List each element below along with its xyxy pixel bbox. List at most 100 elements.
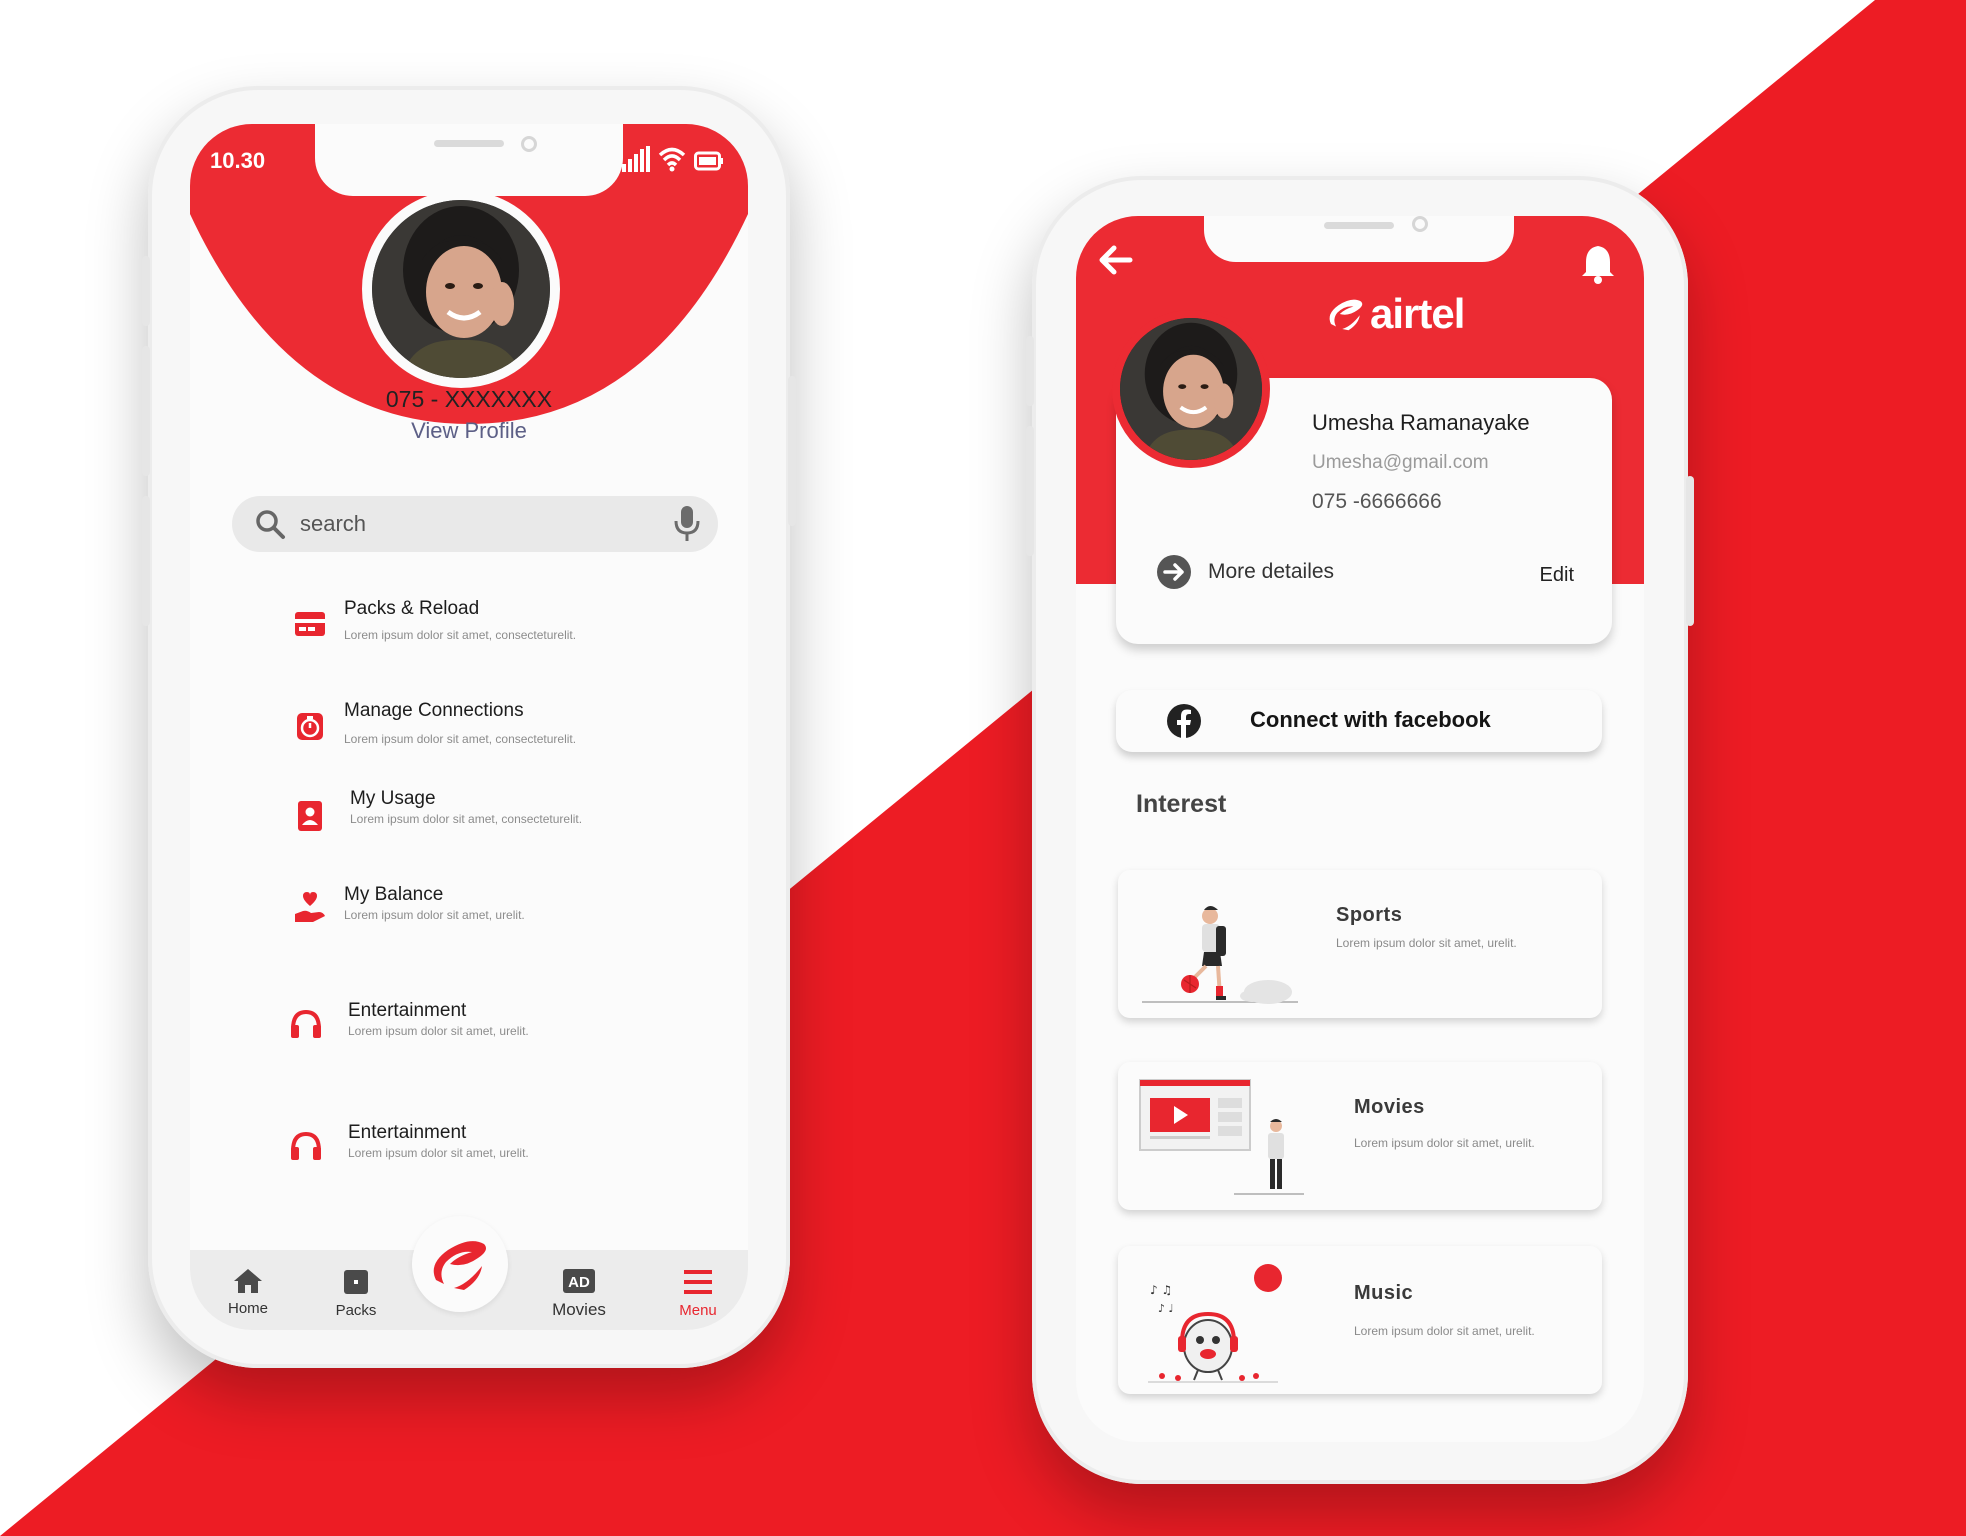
notch <box>1204 216 1514 262</box>
side-button <box>142 256 150 326</box>
left-screen: 10.30 075 - XXXXXXX View Profile search … <box>190 124 748 1330</box>
menu-description: Lorem ipsum dolor sit amet, consecteture… <box>350 812 583 826</box>
menu-description: Lorem ipsum dolor sit amet, consecteture… <box>344 628 577 642</box>
nav-menu[interactable]: Menu <box>668 1268 728 1319</box>
headphones-icon <box>286 1126 326 1166</box>
left-phone-frame: 10.30 075 - XXXXXXX View Profile search … <box>142 86 796 1368</box>
headphones-icon <box>286 1004 326 1044</box>
status-time: 10.30 <box>210 148 266 173</box>
microphone-icon[interactable] <box>674 505 700 543</box>
signal-icon <box>622 146 650 172</box>
interest-card-sports[interactable]: Sports Lorem ipsum dolor sit amet, ureli… <box>1118 870 1602 1018</box>
football-player-illustration <box>1142 906 1298 1004</box>
speaker <box>434 140 504 147</box>
interest-heading: Interest <box>1136 790 1227 818</box>
contact-book-icon <box>290 796 330 836</box>
menu-title: Entertainment <box>348 1000 467 1021</box>
menu-icon <box>684 1270 712 1294</box>
menu-title: My Usage <box>350 788 436 809</box>
side-button <box>788 376 796 526</box>
heart-hand-icon <box>290 888 330 928</box>
profile-email: Umesha@gmail.com <box>1312 452 1489 473</box>
interest-description: Lorem ipsum dolor sit amet, urelit. <box>1354 1324 1535 1338</box>
right-screen: airtel Umesha Ramanayake Umesha@gmail.co… <box>1076 216 1644 1442</box>
search-icon <box>256 510 285 539</box>
wifi-icon <box>658 147 686 172</box>
interest-description: Lorem ipsum dolor sit amet, urelit. <box>1354 1136 1535 1150</box>
menu-item-packs-reload[interactable]: Packs & Reload Lorem ipsum dolor sit ame… <box>290 598 710 658</box>
avatar[interactable] <box>1112 310 1270 468</box>
menu-title: My Balance <box>344 884 444 905</box>
menu-title: Manage Connections <box>344 700 524 721</box>
nav-label: Home <box>227 1300 268 1317</box>
nav-home-airtel[interactable] <box>412 1216 508 1312</box>
side-button <box>142 346 150 476</box>
svg-text:AD: AD <box>568 1274 590 1291</box>
card-icon <box>290 604 330 644</box>
menu-item-my-usage[interactable]: My Usage Lorem ipsum dolor sit amet, con… <box>290 788 710 848</box>
arrow-circle-icon <box>1157 555 1191 589</box>
connect-facebook-button[interactable]: Connect with facebook <box>1116 690 1602 752</box>
menu-item-entertainment[interactable]: Entertainment Lorem ipsum dolor sit amet… <box>290 1122 710 1182</box>
music-character-illustration: ♪ ♫ ♪ ♩ <box>1148 1264 1282 1383</box>
view-profile-link[interactable]: View Profile <box>190 418 748 444</box>
menu-item-entertainment[interactable]: Entertainment Lorem ipsum dolor sit amet… <box>290 1000 710 1060</box>
side-button <box>1686 476 1694 626</box>
interest-title: Sports <box>1336 904 1403 926</box>
airtel-logo: airtel <box>1326 290 1465 338</box>
camera <box>521 136 537 152</box>
interest-card-music[interactable]: ♪ ♫ ♪ ♩ Music Lorem ipsum dolor sit amet… <box>1118 1246 1602 1394</box>
search-bar[interactable]: search <box>232 496 718 552</box>
svg-text:♪ ♫: ♪ ♫ <box>1150 1283 1172 1297</box>
menu-title: Packs & Reload <box>344 598 480 619</box>
edit-button[interactable]: Edit <box>1540 564 1574 587</box>
woman-photo <box>1120 318 1262 460</box>
facebook-label: Connect with facebook <box>1250 707 1491 732</box>
svg-text:♪ ♩: ♪ ♩ <box>1158 1302 1174 1315</box>
more-details-label: More detailes <box>1208 560 1335 583</box>
profile-phone: 075 -6666666 <box>1312 490 1442 513</box>
camera <box>1412 216 1428 232</box>
nav-label: Movies <box>552 1300 606 1319</box>
menu-item-manage-connections[interactable]: Manage Connections Lorem ipsum dolor sit… <box>290 700 710 760</box>
bell-icon[interactable] <box>1580 244 1616 284</box>
brand-name: airtel <box>1370 290 1465 337</box>
more-details-button[interactable]: More detailes <box>1156 554 1334 590</box>
woman-photo <box>372 200 550 378</box>
profile-name: Umesha Ramanayake <box>1312 410 1530 435</box>
side-button <box>1026 426 1034 556</box>
menu-description: Lorem ipsum dolor sit amet, urelit. <box>348 1024 529 1038</box>
speaker <box>1324 222 1394 229</box>
ad-icon: AD <box>563 1269 595 1293</box>
timer-icon <box>290 706 330 746</box>
side-button <box>1026 336 1034 406</box>
interest-description: Lorem ipsum dolor sit amet, urelit. <box>1336 936 1517 950</box>
video-player-illustration <box>1139 1079 1304 1195</box>
nav-label: Packs <box>335 1302 377 1319</box>
menu-description: Lorem ipsum dolor sit amet, urelit. <box>348 1146 529 1160</box>
phone-number: 075 - XXXXXXX <box>385 386 553 412</box>
search-input[interactable]: search <box>300 511 674 537</box>
nav-movies[interactable]: AD Movies <box>544 1268 614 1320</box>
status-icons <box>622 146 724 172</box>
side-button <box>142 496 150 626</box>
menu-item-my-balance[interactable]: My Balance Lorem ipsum dolor sit amet, u… <box>290 884 710 944</box>
interest-title: Movies <box>1354 1096 1425 1118</box>
battery-icon <box>694 151 723 171</box>
facebook-icon <box>1167 704 1201 739</box>
menu-description: Lorem ipsum dolor sit amet, consecteture… <box>344 732 577 746</box>
back-arrow-icon[interactable] <box>1096 240 1136 280</box>
menu-description: Lorem ipsum dolor sit amet, urelit. <box>344 908 525 922</box>
right-phone-frame: airtel Umesha Ramanayake Umesha@gmail.co… <box>1026 176 1694 1484</box>
avatar[interactable] <box>362 190 560 388</box>
nav-packs[interactable]: Packs <box>326 1268 386 1319</box>
packs-icon <box>344 1270 368 1294</box>
menu-title: Entertainment <box>348 1122 467 1143</box>
home-icon <box>234 1269 262 1293</box>
airtel-logo-icon <box>433 1241 486 1290</box>
interest-title: Music <box>1354 1282 1414 1304</box>
nav-label: Menu <box>679 1302 717 1319</box>
nav-home[interactable]: Home <box>218 1268 278 1317</box>
interest-card-movies[interactable]: Movies Lorem ipsum dolor sit amet, ureli… <box>1118 1062 1602 1210</box>
airtel-mark-icon <box>1329 299 1363 331</box>
